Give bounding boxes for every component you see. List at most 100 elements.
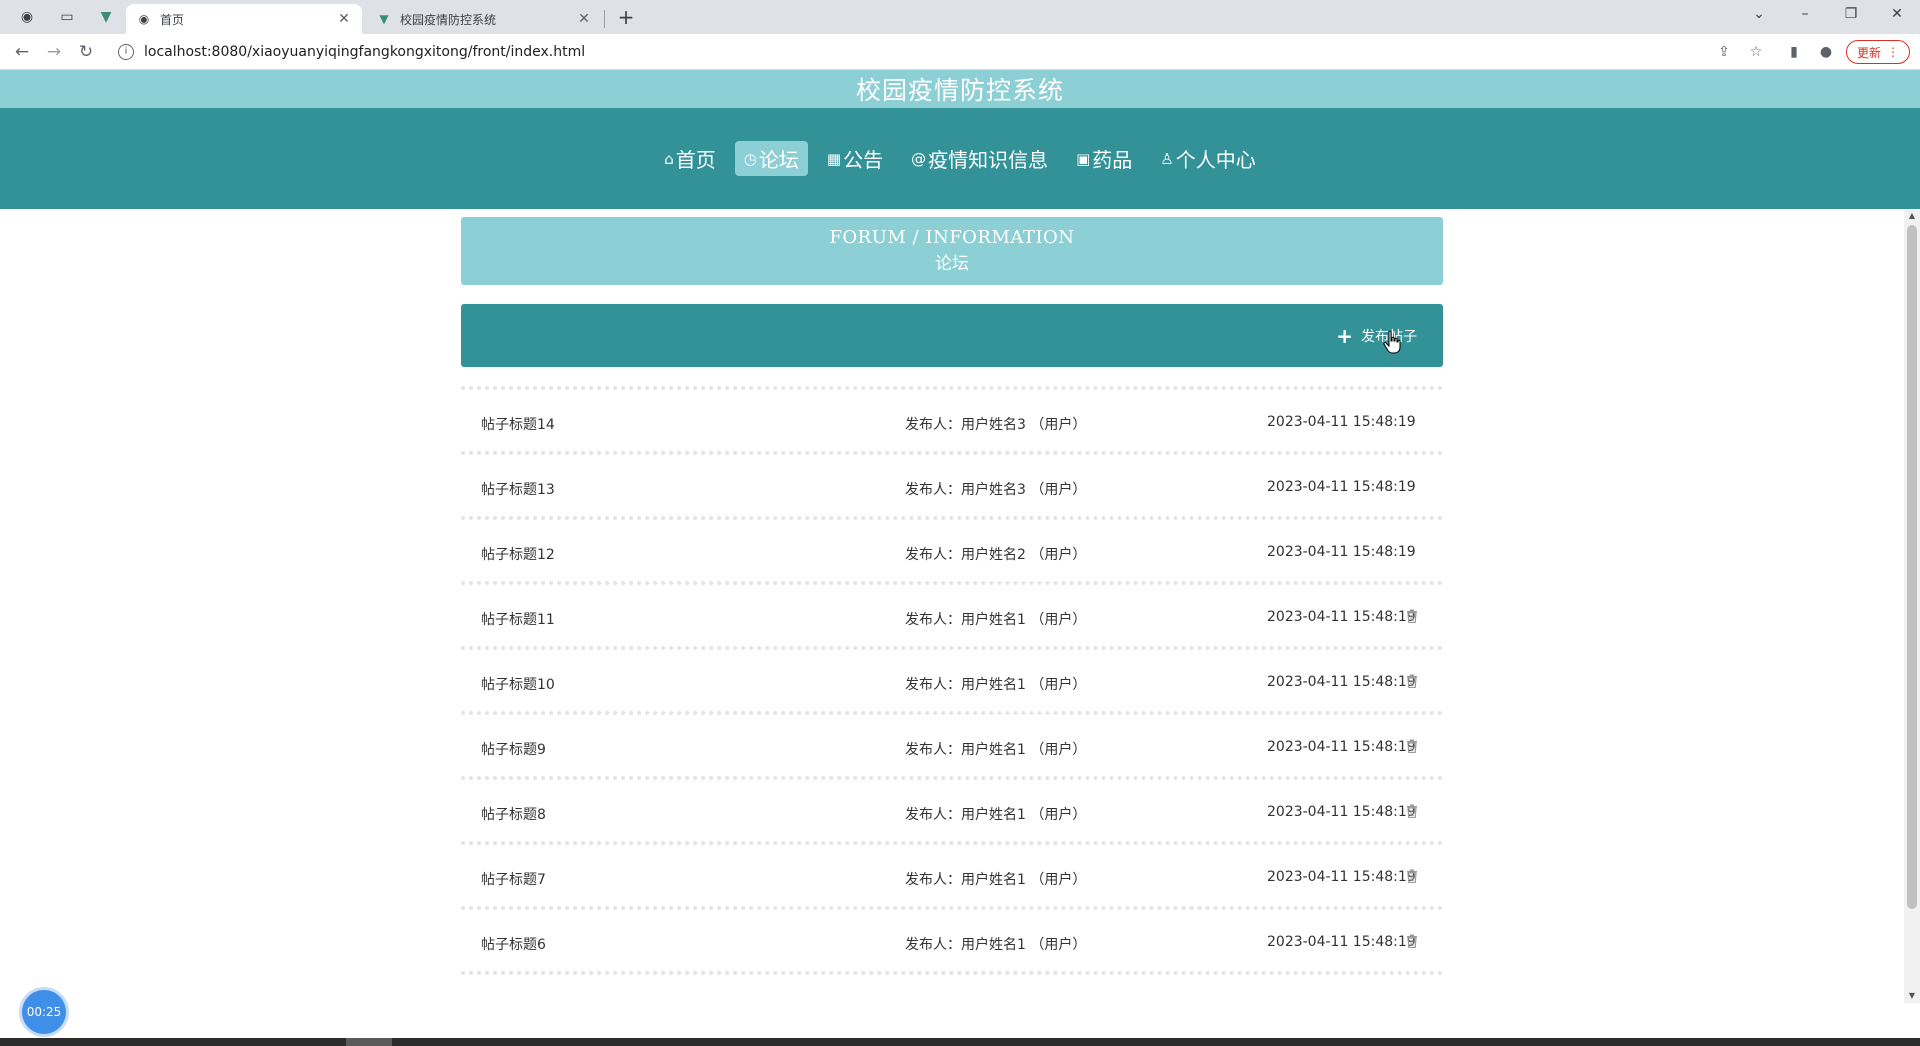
restore-icon[interactable]: ❐ <box>1828 0 1874 30</box>
forum-action-bar: + 发布帖子 <box>461 304 1443 367</box>
recording-timer[interactable]: 00:25 <box>22 990 66 1034</box>
page-banner: FORUM / INFORMATION 论坛 <box>461 217 1443 285</box>
share-icon[interactable]: ⇪ <box>1714 42 1734 62</box>
trash-icon[interactable] <box>1406 673 1418 689</box>
post-author: 发布人：用户姓名1 （用户） <box>905 677 1087 693</box>
address-bar: ← → ↻ i localhost:8080/xiaoyuanyiqingfan… <box>0 34 1920 70</box>
post-row[interactable]: 帖子标题13 发布人：用户姓名3 （用户） 2023-04-11 15:48:19 <box>461 451 1443 516</box>
url-text: localhost:8080/xiaoyuanyiqingfangkongxit… <box>144 44 586 60</box>
browser-tab-bar: ◉ ▭ ▼ ◉ 首页 ✕ ▼ 校园疫情防控系统 ✕ + ⌄ – ❐ ✕ <box>0 0 1920 34</box>
nav-label: 个人中心 <box>1175 148 1256 172</box>
side-panel-icon[interactable]: ▮ <box>1784 42 1804 62</box>
post-row[interactable]: 帖子标题12 发布人：用户姓名2 （用户） 2023-04-11 15:48:19 <box>461 516 1443 581</box>
new-tab-button[interactable]: + <box>614 6 638 30</box>
post-title[interactable]: 帖子标题10 <box>481 674 555 694</box>
reload-icon[interactable]: ↻ <box>74 40 98 64</box>
trash-icon[interactable] <box>1406 868 1418 884</box>
profile-icon[interactable]: ● <box>1816 42 1836 62</box>
scroll-down-icon[interactable]: ▼ <box>1904 989 1920 1003</box>
post-title[interactable]: 帖子标题12 <box>481 544 555 564</box>
post-title[interactable]: 帖子标题9 <box>481 739 546 759</box>
post-title[interactable]: 帖子标题13 <box>481 479 555 499</box>
nav-item-4[interactable]: ▣ 药品 <box>1067 141 1141 176</box>
post-date: 2023-04-11 15:48:19 <box>1267 869 1416 885</box>
post-title[interactable]: 帖子标题7 <box>481 869 546 889</box>
trash-icon[interactable] <box>1406 933 1418 949</box>
back-icon[interactable]: ← <box>10 40 34 64</box>
vue-icon[interactable]: ▼ <box>95 6 117 28</box>
post-row[interactable]: 帖子标题7 发布人：用户姓名1 （用户） 2023-04-11 15:48:19 <box>461 841 1443 906</box>
post-date: 2023-04-11 15:48:19 <box>1267 609 1416 625</box>
nav-label: 疫情知识信息 <box>928 148 1049 172</box>
site-info-icon[interactable]: i <box>118 44 134 60</box>
clock-icon: ◷ <box>743 149 757 168</box>
update-label: 更新 <box>1856 45 1881 60</box>
post-author: 发布人：用户姓名1 （用户） <box>905 807 1087 823</box>
scroll-up-icon[interactable]: ▲ <box>1904 209 1920 223</box>
minimize-icon[interactable]: – <box>1782 0 1828 30</box>
post-row[interactable]: 帖子标题6 发布人：用户姓名1 （用户） 2023-04-11 15:48:19 <box>461 906 1443 971</box>
url-field[interactable]: i localhost:8080/xiaoyuanyiqingfangkongx… <box>110 38 1760 66</box>
post-author: 发布人：用户姓名1 （用户） <box>905 937 1087 953</box>
nav-item-1[interactable]: ◷ 论坛 <box>734 141 808 176</box>
post-date: 2023-04-11 15:48:19 <box>1267 479 1416 495</box>
nav-item-2[interactable]: ▦ 公告 <box>818 141 892 176</box>
publish-post-button[interactable]: + 发布帖子 <box>1336 326 1417 346</box>
banner-title-cn: 论坛 <box>935 254 969 274</box>
site-header: 校园疫情防控系统 <box>0 70 1920 108</box>
post-row[interactable]: 帖子标题10 发布人：用户姓名1 （用户） 2023-04-11 15:48:19 <box>461 646 1443 711</box>
globe-icon: ◉ <box>138 12 150 26</box>
window-close-icon[interactable]: ✕ <box>1874 0 1920 30</box>
trash-icon[interactable] <box>1406 608 1418 624</box>
banner-title-en: FORUM / INFORMATION <box>829 227 1075 248</box>
more-icon: ⋮ <box>1887 45 1899 59</box>
tab-search-icon[interactable]: ⌄ <box>1736 0 1782 30</box>
home-icon: ⌂ <box>664 149 674 168</box>
close-icon[interactable]: ✕ <box>576 11 592 27</box>
page-scrollbar[interactable]: ▲ ▼ <box>1904 209 1920 1003</box>
post-row[interactable]: 帖子标题8 发布人：用户姓名1 （用户） 2023-04-11 15:48:19 <box>461 776 1443 841</box>
bottom-strip <box>0 1038 1920 1046</box>
post-author: 发布人：用户姓名1 （用户） <box>905 742 1087 758</box>
tab-title: 校园疫情防控系统 <box>400 12 497 27</box>
trash-icon[interactable] <box>1406 738 1418 754</box>
timer-text: 00:25 <box>26 1005 62 1019</box>
user-icon: ♙ <box>1160 149 1174 168</box>
nav-label: 论坛 <box>758 148 799 172</box>
post-date: 2023-04-11 15:48:19 <box>1267 934 1416 950</box>
post-author: 发布人：用户姓名3 （用户） <box>905 417 1087 433</box>
post-row[interactable]: 帖子标题11 发布人：用户姓名1 （用户） 2023-04-11 15:48:19 <box>461 581 1443 646</box>
close-icon[interactable]: ✕ <box>336 11 352 27</box>
nav-item-5[interactable]: ♙ 个人中心 <box>1151 141 1264 176</box>
update-button[interactable]: 更新 ⋮ <box>1846 40 1910 64</box>
post-author: 发布人：用户姓名3 （用户） <box>905 482 1087 498</box>
nav-item-3[interactable]: @ 疫情知识信息 <box>902 141 1057 176</box>
blank-page-icon[interactable]: ▭ <box>56 6 78 28</box>
post-author: 发布人：用户姓名1 （用户） <box>905 872 1087 888</box>
post-row[interactable]: 帖子标题9 发布人：用户姓名1 （用户） 2023-04-11 15:48:19 <box>461 711 1443 776</box>
apps-icon: ▣ <box>1076 149 1091 168</box>
post-list: 帖子标题14 发布人：用户姓名3 （用户） 2023-04-11 15:48:19 帖… <box>461 386 1443 1002</box>
tab-system[interactable]: ▼ 校园疫情防控系统 ✕ <box>366 4 602 34</box>
post-date: 2023-04-11 15:48:19 <box>1267 414 1416 430</box>
post-title[interactable]: 帖子标题8 <box>481 804 546 824</box>
nav-label: 首页 <box>675 148 716 172</box>
tab-title: 首页 <box>160 12 185 27</box>
post-row[interactable]: 帖子标题14 发布人：用户姓名3 （用户） 2023-04-11 15:48:19 <box>461 386 1443 451</box>
grid-icon: ▦ <box>826 149 842 168</box>
scroll-thumb[interactable] <box>1907 225 1917 909</box>
plus-icon: + <box>1336 324 1353 348</box>
post-date: 2023-04-11 15:48:19 <box>1267 544 1416 560</box>
tab-home[interactable]: ◉ 首页 ✕ <box>126 4 362 34</box>
tab-separator <box>604 10 605 28</box>
star-icon[interactable]: ☆ <box>1746 42 1766 62</box>
forward-icon[interactable]: → <box>42 40 66 64</box>
post-title[interactable]: 帖子标题11 <box>481 609 555 629</box>
trash-icon[interactable] <box>1406 803 1418 819</box>
main-nav: ⌂ 首页 ◷ 论坛 ▦ 公告 @ 疫情知识信息 ▣ 药品 ♙ 个人中心 <box>0 108 1920 209</box>
post-date: 2023-04-11 15:48:19 <box>1267 804 1416 820</box>
post-title[interactable]: 帖子标题6 <box>481 934 546 954</box>
post-title[interactable]: 帖子标题14 <box>481 414 555 434</box>
nav-item-0[interactable]: ⌂ 首页 <box>655 141 725 176</box>
globe-icon[interactable]: ◉ <box>16 6 38 28</box>
